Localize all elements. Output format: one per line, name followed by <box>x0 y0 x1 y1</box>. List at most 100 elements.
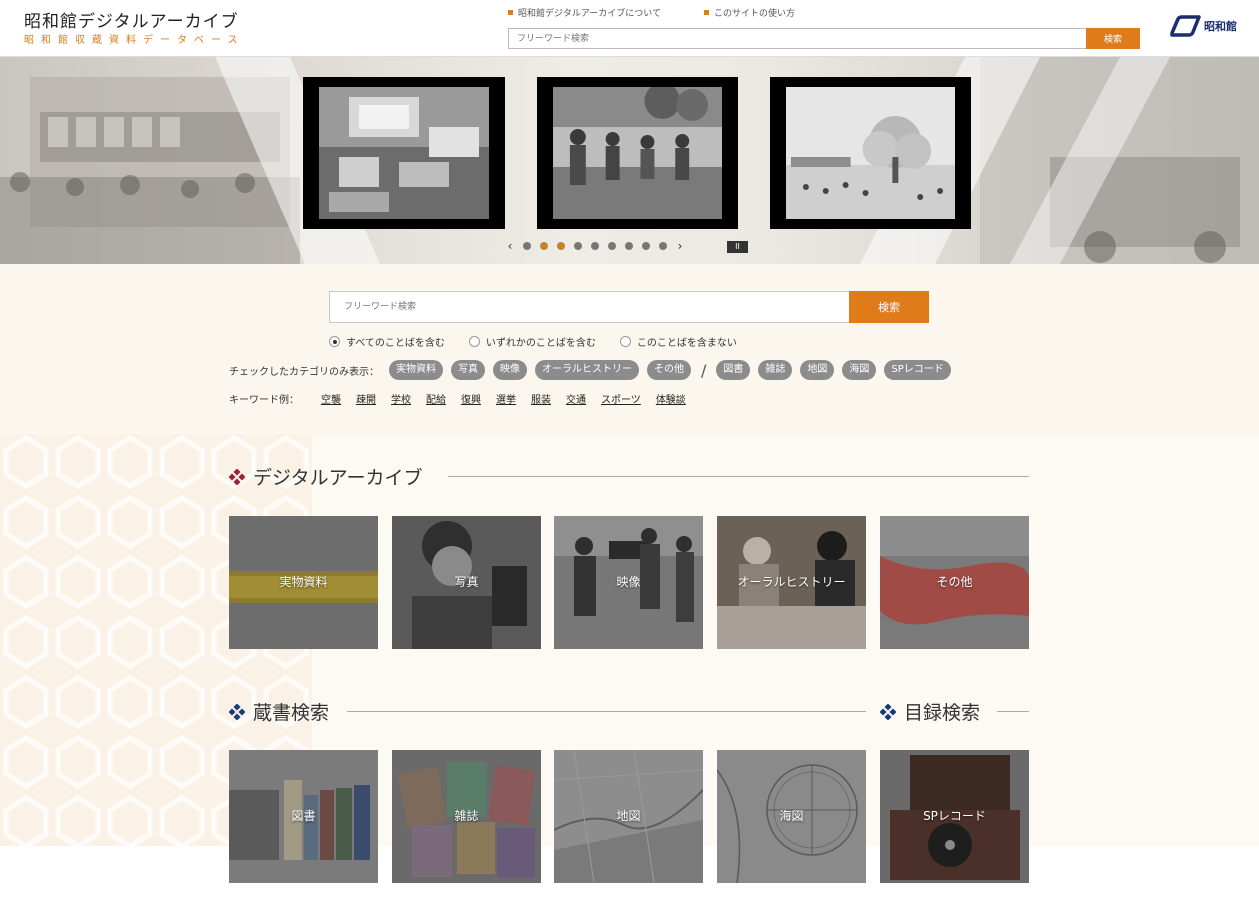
keyword-link[interactable]: 体験談 <box>656 391 686 406</box>
hero-carousel: ‹ › II <box>0 57 1259 264</box>
category-chip-sp-records[interactable]: SPレコード <box>884 360 951 380</box>
keyword-link[interactable]: 服装 <box>531 391 551 406</box>
carousel-dot-4[interactable] <box>574 242 582 250</box>
keyword-examples-label: キーワード例： <box>229 395 299 406</box>
carousel-dot-8[interactable] <box>642 242 650 250</box>
library-card-maps[interactable]: 地図 <box>554 750 703 883</box>
section-divider <box>997 711 1029 712</box>
archive-card-label: 実物資料 <box>279 575 328 589</box>
radio-any-words-label: いずれかのことばを含む <box>485 338 596 349</box>
keyword-link[interactable]: 交通 <box>566 391 586 406</box>
archive-card-photos[interactable]: 写真 <box>392 516 541 649</box>
library-search-title: 蔵書検索 <box>253 702 330 724</box>
carousel-dot-5[interactable] <box>591 242 599 250</box>
carousel-dot-6[interactable] <box>608 242 616 250</box>
keyword-link[interactable]: 配給 <box>426 391 446 406</box>
carousel-dot-9[interactable] <box>659 242 667 250</box>
category-filter-row: チェックしたカテゴリのみ表示： 実物資料 写真 映像 オーラルヒストリー その他… <box>229 360 951 380</box>
main-search: 検索 <box>329 291 929 323</box>
crowd-photo-image <box>553 83 722 219</box>
archive-card-label: オーラルヒストリー <box>737 575 846 589</box>
search-mode-options: すべてのことばを含む いずれかのことばを含む このことばを含まない <box>329 334 737 349</box>
site-title[interactable]: 昭和館デジタルアーカイブ <box>24 7 239 32</box>
category-chip-books[interactable]: 図書 <box>716 360 751 380</box>
carousel-dot-3[interactable] <box>557 242 565 250</box>
carousel-controls: ‹ › <box>506 240 684 252</box>
keyword-link[interactable]: 復興 <box>461 391 481 406</box>
library-card-charts[interactable]: 海図 <box>717 750 866 883</box>
catalog-card-label: SPレコード <box>923 809 986 823</box>
archive-card-label: 写真 <box>454 575 479 589</box>
main-search-button[interactable]: 検索 <box>849 291 929 323</box>
library-card-magazines[interactable]: 雑誌 <box>392 750 541 883</box>
header-search-button[interactable]: 検索 <box>1086 28 1140 49</box>
library-card-books[interactable]: 図書 <box>229 750 378 883</box>
header-search-input[interactable] <box>508 28 1086 49</box>
radio-exclude-words-label: このことばを含まない <box>636 338 737 349</box>
about-link-label: 昭和館デジタルアーカイブについて <box>518 9 662 19</box>
carousel-prev-icon[interactable]: ‹ <box>506 240 514 252</box>
carousel-slide-1[interactable] <box>303 77 505 229</box>
aerial-photo-image <box>319 87 489 219</box>
carousel-pause-button[interactable]: II <box>727 241 748 253</box>
bullet-icon <box>508 10 513 15</box>
library-card-label: 海図 <box>779 809 804 823</box>
digital-archive-title: デジタルアーカイブ <box>253 467 423 489</box>
site-subtitle: 昭和館収蔵資料データベース <box>24 35 245 46</box>
category-chip-oral-history[interactable]: オーラルヒストリー <box>535 360 639 380</box>
archive-card-oral-history[interactable]: オーラルヒストリー <box>717 516 866 649</box>
diamond-cluster-icon <box>229 703 245 720</box>
catalog-search-heading: 目録検索 <box>880 698 980 725</box>
diamond-cluster-icon <box>880 703 896 720</box>
catalog-search-title: 目録検索 <box>904 702 981 724</box>
category-chip-other[interactable]: その他 <box>647 360 691 380</box>
category-chip-video[interactable]: 映像 <box>493 360 527 380</box>
archive-card-video[interactable]: 映像 <box>554 516 703 649</box>
carousel-next-icon[interactable]: › <box>676 240 684 252</box>
showakan-logo[interactable]: 昭和館 <box>1166 14 1237 38</box>
radio-exclude-words[interactable]: このことばを含まない <box>619 334 737 349</box>
digital-archive-heading: デジタルアーカイブ <box>229 463 422 490</box>
keyword-link[interactable]: 学校 <box>391 391 411 406</box>
category-chip-artifacts[interactable]: 実物資料 <box>389 360 443 380</box>
catalog-card-sp-records[interactable]: SPレコード <box>880 750 1029 883</box>
carousel-slide-3[interactable] <box>770 77 971 229</box>
about-link[interactable]: 昭和館デジタルアーカイブについて <box>508 6 661 19</box>
section-divider <box>347 711 866 712</box>
carousel-slide-2[interactable] <box>537 77 738 229</box>
keyword-link[interactable]: 空襲 <box>321 391 341 406</box>
archive-card-artifacts[interactable]: 実物資料 <box>229 516 378 649</box>
archive-card-label: その他 <box>936 575 973 589</box>
howto-link-label: このサイトの使い方 <box>714 9 796 19</box>
howto-link[interactable]: このサイトの使い方 <box>704 6 795 19</box>
carousel-dot-7[interactable] <box>625 242 633 250</box>
radio-selected-icon <box>329 336 340 347</box>
keyword-link[interactable]: 選挙 <box>496 391 516 406</box>
section-divider <box>448 476 1029 477</box>
bullet-icon <box>704 10 709 15</box>
logo-text: 昭和館 <box>1204 20 1237 33</box>
category-chip-charts[interactable]: 海図 <box>842 360 877 380</box>
category-chip-photos[interactable]: 写真 <box>451 360 485 380</box>
archive-card-other[interactable]: その他 <box>880 516 1029 649</box>
keyword-link[interactable]: 疎開 <box>356 391 376 406</box>
category-sections: デジタルアーカイブ 実物資料 写真 映像 オーラルヒストリー その他 蔵書検索 … <box>0 434 1259 924</box>
keyword-link[interactable]: スポーツ <box>601 391 641 406</box>
category-chip-magazines[interactable]: 雑誌 <box>758 360 793 380</box>
library-card-label: 地図 <box>616 809 641 823</box>
site-header: 昭和館デジタルアーカイブ 昭和館収蔵資料データベース 昭和館デジタルアーカイブに… <box>0 0 1259 57</box>
carousel-dot-2[interactable] <box>540 242 548 250</box>
archive-card-label: 映像 <box>616 575 641 589</box>
carousel-dot-1[interactable] <box>523 242 531 250</box>
diamond-cluster-icon <box>229 468 245 485</box>
keyword-examples-row: キーワード例： 空襲 疎開 学校 配給 復興 選挙 服装 交通 スポーツ 体験談 <box>229 391 686 406</box>
library-search-heading: 蔵書検索 <box>229 698 329 725</box>
radio-any-words[interactable]: いずれかのことばを含む <box>468 334 596 349</box>
category-chip-maps[interactable]: 地図 <box>800 360 835 380</box>
library-card-label: 雑誌 <box>454 809 479 823</box>
main-search-input[interactable] <box>329 291 849 323</box>
logo-mark-icon <box>1170 15 1201 37</box>
radio-all-words[interactable]: すべてのことばを含む <box>329 334 445 349</box>
category-filter-label: チェックしたカテゴリのみ表示： <box>229 366 379 378</box>
header-search: 検索 <box>508 28 1140 49</box>
